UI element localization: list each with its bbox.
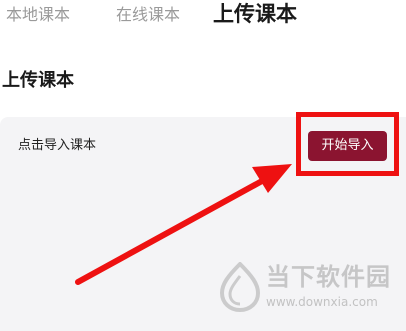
watermark-logo-icon	[219, 262, 261, 312]
page: 本地课本 在线课本 上传课本 上传课本 点击导入课本 开始导入 当下软件园 ww…	[0, 0, 406, 331]
tab-upload-textbooks[interactable]: 上传课本	[213, 0, 297, 28]
import-card-label: 点击导入课本	[18, 138, 97, 153]
tab-local-textbooks[interactable]: 本地课本	[6, 4, 70, 26]
tab-online-textbooks[interactable]: 在线课本	[116, 4, 180, 26]
watermark: 当下软件园 www.downxia.com	[218, 260, 398, 320]
annotation-highlight-box	[296, 112, 399, 176]
tab-bar: 本地课本 在线课本 上传课本	[0, 0, 406, 34]
watermark-text: 当下软件园	[266, 263, 391, 291]
section-title: 上传课本	[2, 70, 74, 91]
watermark-url: www.downxia.com	[266, 295, 378, 309]
